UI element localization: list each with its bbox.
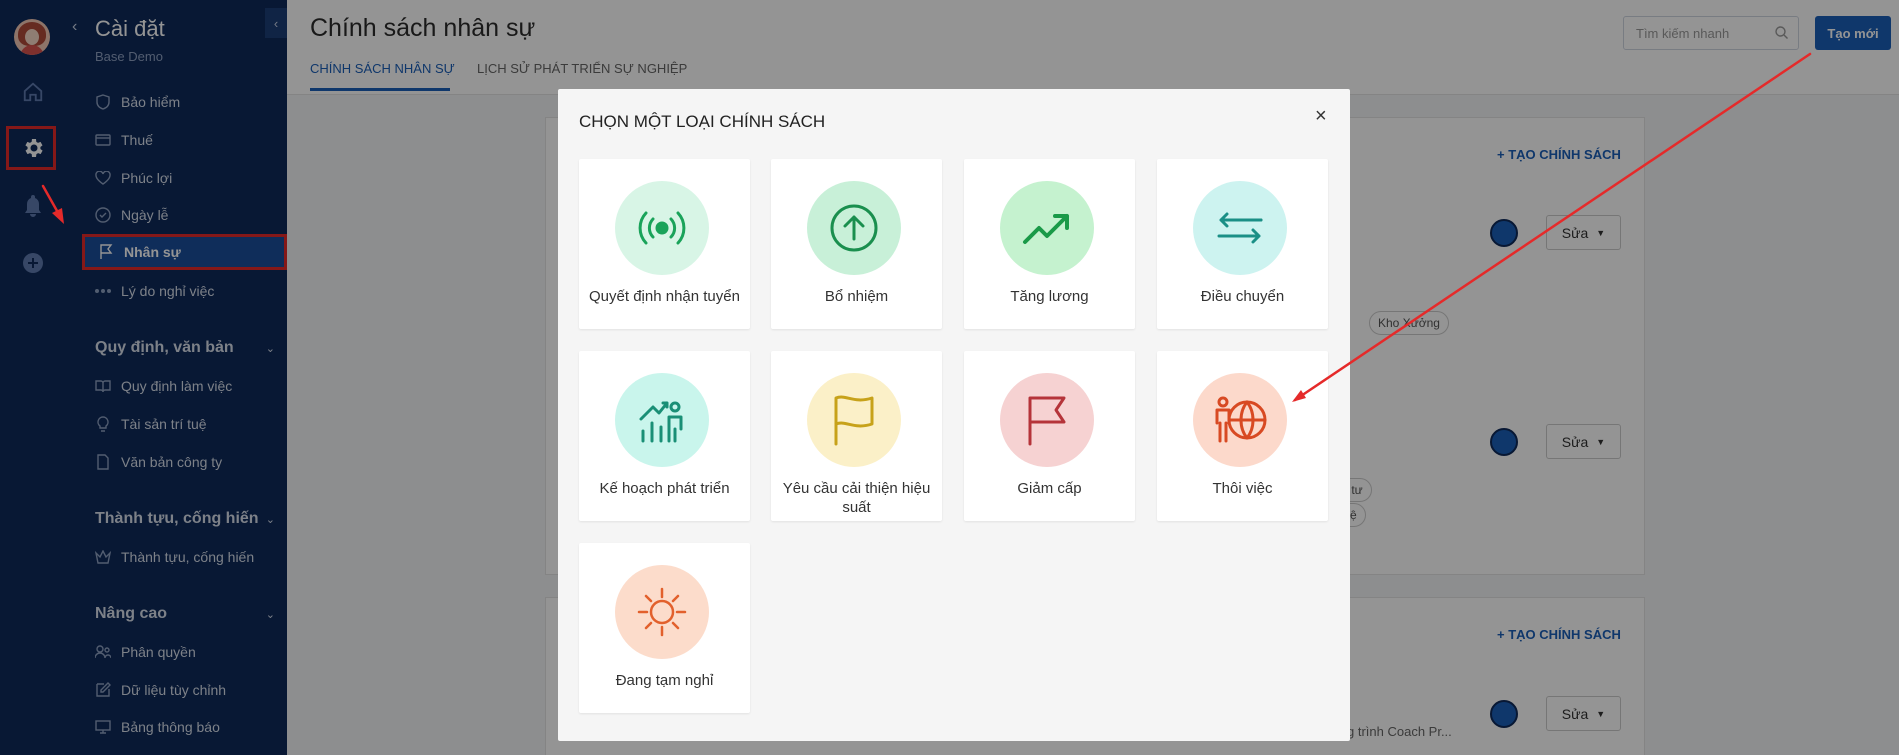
option-label: Kế hoạch phát triển — [599, 480, 730, 497]
option-yeu-cau-cai-thien[interactable]: Yêu cầu cải thiện hiệu suất — [771, 351, 942, 521]
option-label: Thôi việc — [1212, 480, 1273, 497]
option-bo-nhiem[interactable]: Bổ nhiệm — [771, 159, 942, 329]
arrow-up-circle-icon — [807, 181, 901, 275]
trend-up-icon — [1000, 181, 1094, 275]
option-label: Giảm cấp — [1017, 480, 1082, 497]
modal-title: CHỌN MỘT LOẠI CHÍNH SÁCH — [579, 112, 826, 131]
transfer-arrows-icon — [1193, 181, 1287, 275]
option-label: Quyết định nhận tuyển — [589, 288, 740, 305]
option-label: Yêu cầu cải thiện hiệu suất — [782, 480, 931, 516]
flag-icon — [1000, 373, 1094, 467]
person-globe-icon — [1193, 373, 1287, 467]
option-ke-hoach-phat-trien[interactable]: Kế hoạch phát triển — [579, 351, 750, 521]
option-label: Điều chuyển — [1200, 288, 1285, 305]
growth-person-icon — [615, 373, 709, 467]
option-dang-tam-nghi[interactable]: Đang tạm nghỉ — [579, 543, 750, 713]
option-dieu-chuyen[interactable]: Điều chuyển — [1157, 159, 1328, 329]
option-quyet-dinh-nhan-tuyen[interactable]: Quyết định nhận tuyển — [579, 159, 750, 329]
broadcast-icon — [615, 181, 709, 275]
policy-type-modal: CHỌN MỘT LOẠI CHÍNH SÁCH × Quyết định nh… — [558, 89, 1350, 741]
waving-flag-icon — [807, 373, 901, 467]
sun-icon — [615, 565, 709, 659]
option-label: Bổ nhiệm — [824, 288, 889, 305]
option-label: Tăng lương — [1010, 288, 1089, 305]
option-thoi-viec[interactable]: Thôi việc — [1157, 351, 1328, 521]
close-icon[interactable]: × — [1315, 105, 1327, 128]
option-label: Đang tạm nghỉ — [615, 672, 714, 689]
option-giam-cap[interactable]: Giảm cấp — [964, 351, 1135, 521]
option-tang-luong[interactable]: Tăng lương — [964, 159, 1135, 329]
